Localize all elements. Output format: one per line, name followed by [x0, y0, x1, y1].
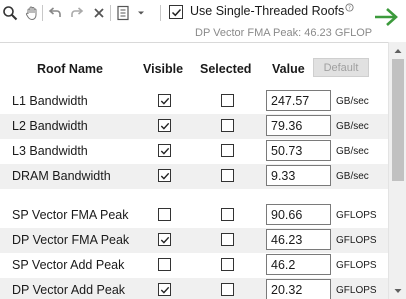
- unit-label: GB/sec: [336, 121, 369, 132]
- table-row: L1 Bandwidth 247.57 GB/sec: [0, 89, 388, 114]
- selected-checkbox[interactable]: [221, 233, 234, 246]
- table-row: L3 Bandwidth 50.73 GB/sec: [0, 139, 388, 164]
- scroll-down-arrow-icon[interactable]: [389, 282, 406, 299]
- roof-name: DRAM Bandwidth: [12, 169, 111, 183]
- single-threaded-label[interactable]: Use Single-Threaded Roofs: [190, 4, 344, 18]
- svg-text:?: ?: [348, 6, 351, 12]
- value-input[interactable]: 20.32: [266, 279, 331, 299]
- single-threaded-checkbox[interactable]: [169, 5, 183, 19]
- scroll-up-arrow-icon[interactable]: [389, 42, 406, 59]
- roof-name: L3 Bandwidth: [12, 144, 88, 158]
- unit-label: GFLOPS: [336, 210, 377, 221]
- default-button[interactable]: Default: [313, 58, 369, 77]
- roof-name: DP Vector FMA Peak: [12, 233, 130, 247]
- toolbar-separator: [42, 5, 43, 21]
- selected-checkbox[interactable]: [221, 208, 234, 221]
- selected-checkbox[interactable]: [221, 258, 234, 271]
- value-input[interactable]: 50.73: [266, 140, 331, 161]
- apply-arrow-icon[interactable]: [372, 6, 400, 28]
- roof-name: L2 Bandwidth: [12, 119, 88, 133]
- visible-checkbox[interactable]: [158, 144, 171, 157]
- header-value: Value: [272, 62, 305, 76]
- value-input[interactable]: 46.2: [266, 254, 331, 275]
- undo-arrow-icon[interactable]: [46, 3, 64, 23]
- table-row: DP Vector Add Peak 20.32 GFLOPS: [0, 278, 388, 299]
- vertical-scrollbar[interactable]: [388, 42, 406, 299]
- roof-name: L1 Bandwidth: [12, 94, 88, 108]
- table-row: SP Vector FMA Peak 90.66 GFLOPS: [0, 203, 388, 228]
- pan-hand-icon[interactable]: [23, 3, 41, 23]
- toolbar: Use Single-Threaded Roofs ?: [0, 0, 406, 28]
- header-visible: Visible: [143, 62, 184, 76]
- roof-name: DP Vector Add Peak: [12, 283, 126, 297]
- visible-checkbox[interactable]: [158, 208, 171, 221]
- close-icon[interactable]: [90, 3, 108, 23]
- table-row: SP Vector Add Peak 46.2 GFLOPS: [0, 253, 388, 278]
- toolbar-separator: [160, 5, 161, 21]
- redo-arrow-icon[interactable]: [68, 3, 86, 23]
- selected-checkbox[interactable]: [221, 283, 234, 296]
- toolbar-separator: [110, 5, 111, 21]
- visible-checkbox[interactable]: [158, 169, 171, 182]
- unit-label: GFLOPS: [336, 260, 377, 271]
- value-input[interactable]: 9.33: [266, 165, 331, 186]
- selected-checkbox[interactable]: [221, 144, 234, 157]
- roof-name: SP Vector FMA Peak: [12, 208, 129, 222]
- unit-label: GFLOPS: [336, 285, 377, 296]
- table-row: DP Vector FMA Peak 46.23 GFLOPS: [0, 228, 388, 253]
- chevron-down-icon[interactable]: [134, 3, 148, 23]
- roofs-panel: Roof Name Visible Selected Value Default…: [0, 42, 388, 299]
- status-text: DP Vector FMA Peak: 46.23 GFLOP: [195, 27, 373, 39]
- info-icon[interactable]: ?: [345, 3, 354, 14]
- scrollbar-thumb[interactable]: [392, 59, 404, 181]
- visible-checkbox[interactable]: [158, 94, 171, 107]
- unit-label: GFLOPS: [336, 235, 377, 246]
- value-input[interactable]: 247.57: [266, 90, 331, 111]
- visible-checkbox[interactable]: [158, 119, 171, 132]
- visible-checkbox[interactable]: [158, 233, 171, 246]
- unit-label: GB/sec: [336, 96, 369, 107]
- unit-label: GB/sec: [336, 146, 369, 157]
- visible-checkbox[interactable]: [158, 258, 171, 271]
- visible-checkbox[interactable]: [158, 283, 171, 296]
- selected-checkbox[interactable]: [221, 119, 234, 132]
- value-input[interactable]: 46.23: [266, 229, 331, 250]
- selected-checkbox[interactable]: [221, 94, 234, 107]
- header-selected: Selected: [200, 62, 252, 76]
- value-input[interactable]: 79.36: [266, 115, 331, 136]
- header-roof-name: Roof Name: [37, 62, 103, 76]
- value-input[interactable]: 90.66: [266, 204, 331, 225]
- roof-name: SP Vector Add Peak: [12, 258, 125, 272]
- document-icon[interactable]: [114, 3, 132, 23]
- table-row: DRAM Bandwidth 9.33 GB/sec: [0, 164, 388, 189]
- unit-label: GB/sec: [336, 171, 369, 182]
- zoom-icon[interactable]: [0, 3, 20, 23]
- selected-checkbox[interactable]: [221, 169, 234, 182]
- table-row: L2 Bandwidth 79.36 GB/sec: [0, 114, 388, 139]
